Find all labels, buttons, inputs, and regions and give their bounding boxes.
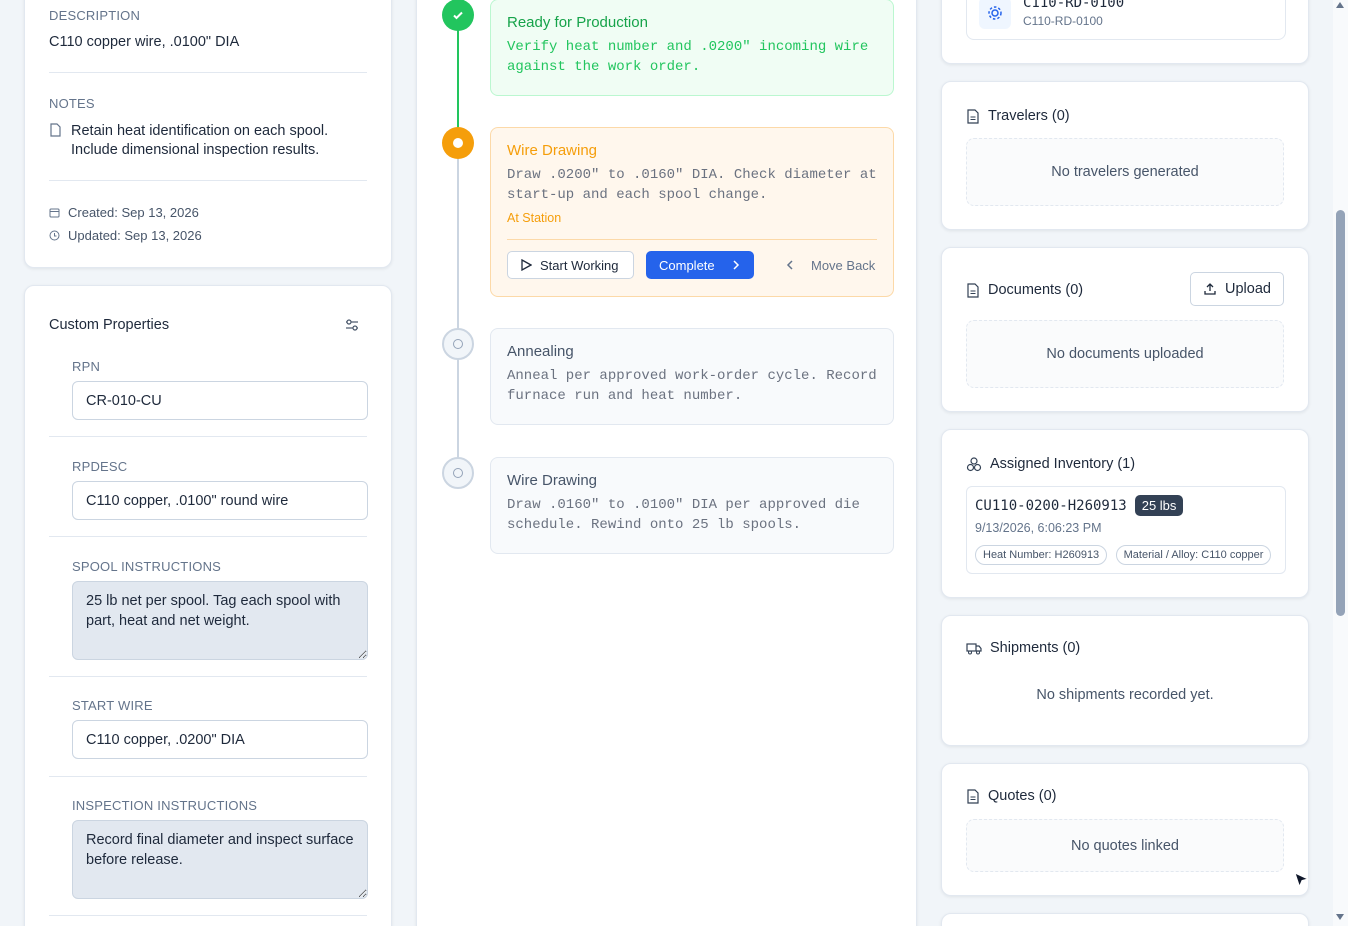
shipments-title: Shipments (0) [966,640,1080,656]
custom-properties-title: Custom Properties [49,317,170,333]
routing-timeline-card: Ready for Production Verify heat number … [416,0,917,926]
inventory-chips: Heat Number: H260913 Material / Alloy: C… [975,545,1275,565]
step-active-icon [442,127,474,159]
timeline-line-complete [457,15,459,144]
step-title: Wire Drawing [507,472,598,489]
step-substatus: At Station [507,211,562,225]
rpdesc-label: RPDESC [72,459,128,474]
gear-icon [979,0,1011,29]
inspection-instructions-textarea[interactable]: Record final diameter and inspect surfac… [72,820,368,899]
quantity-badge: 25 lbs [1134,495,1184,516]
start-wire-label: START WIRE [72,698,153,713]
travelers-title: Travelers (0) [966,108,1070,124]
divider [49,180,367,181]
part-subcode: C110-RD-0100 [1023,14,1103,28]
documents-card: Documents (0) Upload No documents upload… [941,247,1309,412]
step-wire-drawing[interactable]: Wire Drawing Draw .0160" to .0100" DIA p… [490,457,894,554]
mouse-cursor-icon [1293,871,1311,896]
step-description: Verify heat number and .0200" incoming w… [507,39,869,75]
scroll-down-arrow[interactable] [1336,914,1344,920]
shipments-empty: No shipments recorded yet. [1036,687,1214,703]
upload-button[interactable]: Upload [1190,272,1284,306]
divider [49,676,367,677]
shipments-card: Shipments (0) No shipments recorded yet. [941,615,1309,746]
step-description: Draw .0200" to .0160" DIA. Check diamete… [507,167,877,203]
travelers-empty: No travelers generated [966,138,1284,206]
step-title: Ready for Production [507,14,648,31]
step-description: Draw .0160" to .0100" DIA per approved d… [507,497,860,533]
part-card: C110-RD-0100 C110-RD-0100 [941,0,1309,64]
calendar-icon [49,208,60,218]
documents-title: Documents (0) [966,282,1083,298]
step-annealing[interactable]: Annealing Anneal per approved work-order… [490,328,894,425]
document-icon [967,108,979,124]
inventory-date: 9/13/2026, 6:06:23 PM [975,521,1102,535]
chevron-left-icon [786,260,793,270]
quotes-empty: No quotes linked [966,819,1284,872]
timeline-line [457,159,459,474]
step-pending-icon [442,457,474,489]
step-ready-for-production[interactable]: Ready for Production Verify heat number … [490,0,894,96]
boxes-icon [966,456,982,471]
description-value: C110 copper wire, .0100" DIA [49,34,240,50]
divider [49,436,367,437]
material-chip: Material / Alloy: C110 copper [1115,545,1272,565]
scrollbar[interactable] [1333,0,1348,926]
spool-instructions-label: SPOOL INSTRUCTIONS [72,559,222,574]
rpdesc-input[interactable] [72,481,368,520]
lot-number: CU110-0200-H260913 [975,497,1127,514]
inventory-item[interactable]: CU110-0200-H260913 25 lbs 9/13/2026, 6:0… [966,486,1286,574]
part-link[interactable]: C110-RD-0100 C110-RD-0100 [966,0,1286,40]
notes-label: NOTES [49,96,95,111]
document-icon [967,282,979,298]
updated-line: Updated: Sep 13, 2026 [49,228,202,243]
scrollbar-thumb[interactable] [1336,210,1345,616]
notes-value: Retain heat identification on each spool… [71,123,329,158]
custom-properties-card: Custom Properties RPN RPDESC SPOOL INSTR… [24,285,392,926]
step-complete-icon [442,0,474,31]
quotes-card: Quotes (0) No quotes linked [941,763,1309,896]
chevron-right-icon [733,260,739,270]
complete-button[interactable]: Complete [646,251,754,279]
divider [49,915,367,916]
inspection-instructions-label: INSPECTION INSTRUCTIONS [72,798,258,813]
step-title: Annealing [507,343,574,360]
play-icon [521,259,532,271]
divider [49,776,367,777]
step-wire-drawing-active[interactable]: Wire Drawing Draw .0200" to .0160" DIA. … [490,127,894,297]
upload-icon [1204,283,1216,295]
step-title: Wire Drawing [507,142,598,159]
settings-sliders-icon[interactable] [345,318,359,337]
divider [49,536,367,537]
inventory-title: Assigned Inventory (1) [966,456,1135,472]
documents-empty: No documents uploaded [966,320,1284,388]
move-back-button[interactable]: Move Back [775,251,885,279]
details-card: DESCRIPTION C110 copper wire, .0100" DIA… [24,0,392,268]
next-card [941,913,1309,926]
travelers-card: Travelers (0) No travelers generated [941,81,1309,230]
rpn-input[interactable] [72,381,368,420]
step-description: Anneal per approved work-order cycle. Re… [507,368,877,404]
rpn-label: RPN [72,359,101,374]
truck-icon [966,642,982,654]
divider [49,72,367,73]
quotes-title: Quotes (0) [966,788,1057,804]
clock-icon [49,230,60,241]
created-line: Created: Sep 13, 2026 [49,205,199,220]
start-wire-input[interactable] [72,720,368,759]
divider [507,239,877,240]
step-pending-icon [442,328,474,360]
heat-number-chip: Heat Number: H260913 [975,545,1108,565]
inventory-card: Assigned Inventory (1) CU110-0200-H26091… [941,429,1309,598]
scroll-up-arrow[interactable] [1336,2,1344,8]
description-label: DESCRIPTION [49,8,141,23]
start-working-button[interactable]: Start Working [507,251,634,279]
spool-instructions-textarea[interactable]: 25 lb net per spool. Tag each spool with… [72,581,368,660]
inventory-lot-row: CU110-0200-H260913 25 lbs [975,495,1184,516]
notes-icon [49,123,62,142]
part-code: C110-RD-0100 [1023,0,1125,11]
document-icon [967,788,979,804]
